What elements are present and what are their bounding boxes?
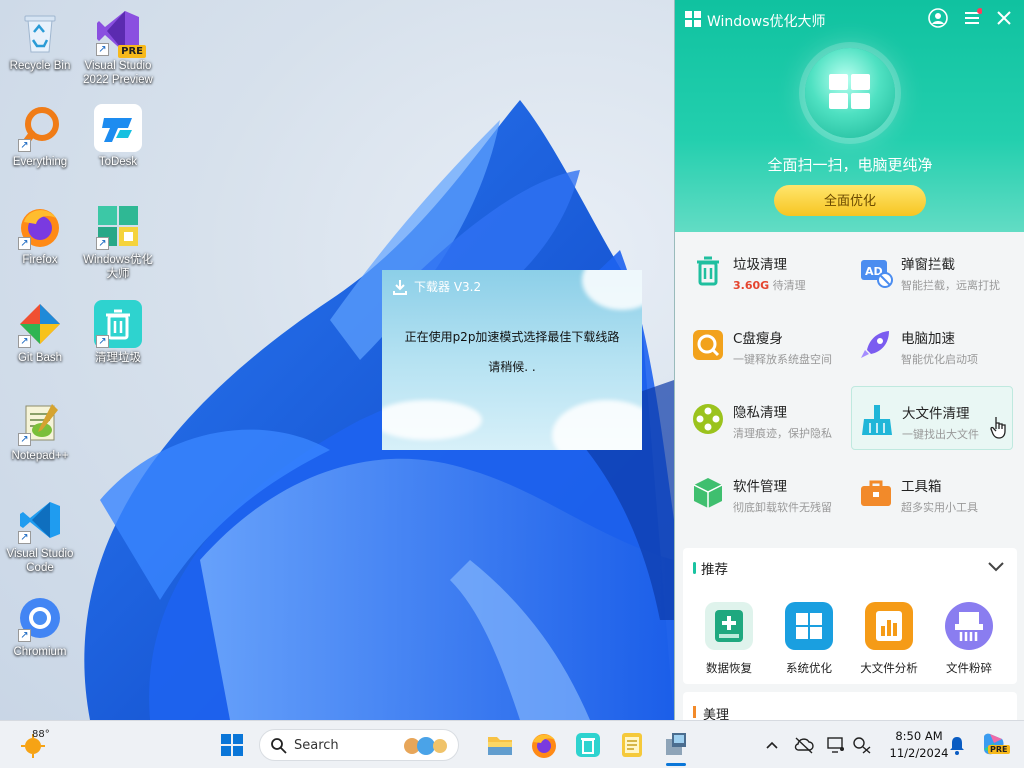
cloud-offline-icon[interactable] bbox=[794, 736, 814, 754]
notepad-icon bbox=[622, 733, 642, 757]
taskbar-firefox[interactable] bbox=[528, 729, 560, 761]
privacy-film-icon bbox=[691, 402, 725, 436]
tile-toolbox[interactable]: 工具箱 超多实用小工具 bbox=[851, 460, 1013, 524]
taskbar: 88° Search 8:50 AM 11/2/2024 PRE bbox=[0, 720, 1024, 768]
trash-cleaner-icon: ↗ bbox=[94, 300, 142, 348]
downloader-wait-text: 请稍候. . bbox=[488, 360, 536, 374]
scan-headline: 全面扫一扫，电脑更纯净 bbox=[767, 156, 933, 174]
clock-date[interactable]: 11/2/2024 bbox=[884, 746, 954, 760]
monitor-icon[interactable] bbox=[826, 736, 846, 754]
optimizer-header: Windows优化大师 全面扫一扫，电脑更纯净 全面优化 bbox=[675, 0, 1024, 232]
vscode-icon: ↗ bbox=[16, 496, 64, 544]
system-optimize-icon bbox=[785, 602, 833, 650]
toolbox-icon bbox=[859, 476, 893, 510]
search-highlight-icon bbox=[404, 737, 447, 755]
tile-software-manage[interactable]: 软件管理 彻底卸载软件无残留 bbox=[683, 460, 845, 524]
app-title: Windows优化大师 bbox=[707, 14, 826, 30]
everything-search-icon: ↗ bbox=[16, 104, 64, 152]
recommend-system-optimize[interactable]: 系统优化 bbox=[769, 602, 849, 676]
active-indicator bbox=[666, 763, 686, 766]
download-icon bbox=[393, 279, 407, 295]
chevron-down-icon[interactable] bbox=[987, 560, 1005, 574]
desktop-icon-chromium[interactable]: ↗ Chromium bbox=[0, 594, 80, 659]
todesk-icon bbox=[94, 104, 142, 152]
tile-junk-clean[interactable]: 垃圾清理 3.60G 待清理 bbox=[683, 238, 845, 302]
taskbar-file-explorer[interactable] bbox=[484, 729, 516, 761]
recommend-large-file-analysis[interactable]: 大文件分析 bbox=[849, 602, 929, 676]
windows-start-icon bbox=[221, 734, 243, 756]
desktop-icon-trash-cleaner[interactable]: ↗ 清理垃圾 bbox=[78, 300, 158, 365]
scan-orb[interactable] bbox=[805, 48, 895, 138]
taskbar-search[interactable]: Search bbox=[259, 729, 459, 761]
windows-optimizer-icon: ↗ bbox=[94, 202, 142, 250]
tile-c-drive-slim[interactable]: C盘瘦身 一键释放系统盘空间 bbox=[683, 312, 845, 376]
ad-block-icon: AD bbox=[859, 254, 893, 288]
desktop-icon-todesk[interactable]: ToDesk bbox=[78, 104, 158, 169]
user-account-icon[interactable] bbox=[927, 8, 949, 30]
notepad-plus-plus-icon: ↗ bbox=[16, 398, 64, 446]
taskbar-notepad[interactable] bbox=[616, 729, 648, 761]
search-placeholder: Search bbox=[294, 738, 339, 753]
file-shredder-icon bbox=[945, 602, 993, 650]
desktop-icon-git-bash[interactable]: ↗ Git Bash bbox=[0, 300, 80, 365]
network-audio-icon[interactable] bbox=[852, 736, 872, 754]
recommend-data-recovery[interactable]: 数据恢复 bbox=[689, 602, 769, 676]
search-icon bbox=[271, 738, 287, 754]
desktop-icon-visual-studio-preview[interactable]: PRE ↗ Visual Studio 2022 Preview bbox=[78, 8, 158, 87]
broom-icon bbox=[860, 403, 894, 437]
downloader-title: 下载器 V3.2 bbox=[414, 280, 482, 294]
pre-badge: PRE bbox=[118, 45, 146, 58]
chevron-up-icon[interactable] bbox=[764, 737, 780, 753]
disk-slim-icon bbox=[691, 328, 725, 362]
tile-pc-speedup[interactable]: 电脑加速 智能优化启动项 bbox=[851, 312, 1013, 376]
full-optimize-button[interactable]: 全面优化 bbox=[774, 185, 926, 216]
recommend-file-shredder[interactable]: 文件粉碎 bbox=[929, 602, 1009, 676]
tile-privacy-clean[interactable]: 隐私清理 清理痕迹，保护隐私 bbox=[683, 386, 845, 450]
recommend-panel: 推荐 数据恢复 系统优化 大文件分析 文件粉碎 bbox=[683, 548, 1017, 684]
desktop-icon-vscode[interactable]: ↗ Visual Studio Code bbox=[0, 496, 80, 575]
file-analysis-icon bbox=[865, 602, 913, 650]
downloader-dialog[interactable]: 下载器 V3.2 正在使用p2p加速模式选择最佳下载线路 请稍候. . bbox=[382, 270, 642, 450]
tile-popup-block[interactable]: AD 弹窗拦截 智能拦截，远离打扰 bbox=[851, 238, 1013, 302]
chromium-icon: ↗ bbox=[16, 594, 64, 642]
clock-time[interactable]: 8:50 AM bbox=[884, 729, 954, 743]
taskbar-downloader[interactable] bbox=[660, 729, 692, 766]
visual-studio-preview-icon: PRE ↗ bbox=[94, 8, 146, 58]
menu-icon[interactable] bbox=[961, 8, 983, 30]
weather-temperature: 88° bbox=[32, 729, 50, 740]
downloader-app-icon bbox=[666, 733, 686, 755]
rocket-icon bbox=[859, 328, 893, 362]
windows-logo-icon bbox=[829, 74, 870, 109]
firefox-icon: ↗ bbox=[16, 202, 64, 250]
hand-cursor-icon bbox=[990, 417, 1006, 439]
close-icon[interactable] bbox=[993, 8, 1015, 30]
desktop-icon-everything[interactable]: ↗ Everything bbox=[0, 104, 80, 169]
start-button[interactable] bbox=[216, 729, 248, 761]
manage-title: 美理 bbox=[703, 708, 730, 720]
data-recovery-icon bbox=[705, 602, 753, 650]
firefox-icon bbox=[532, 734, 556, 758]
desktop-icon-notepad-plus-plus[interactable]: ↗ Notepad++ bbox=[0, 398, 80, 463]
desktop-icon-firefox[interactable]: ↗ Firefox bbox=[0, 202, 80, 267]
recycle-bin-icon bbox=[16, 8, 64, 56]
tile-large-file-clean[interactable]: 大文件清理 一键找出大文件 bbox=[851, 386, 1013, 450]
app-logo-icon bbox=[685, 11, 701, 27]
copilot-pre-badge: PRE bbox=[988, 745, 1010, 754]
desktop-icon-windows-optimizer[interactable]: ↗ Windows优化大师 bbox=[78, 202, 158, 281]
folder-icon bbox=[488, 737, 512, 755]
notification-bell-icon[interactable] bbox=[948, 735, 966, 755]
optimizer-window: Windows优化大师 全面扫一扫，电脑更纯净 全面优化 垃圾清理 3.60G … bbox=[674, 0, 1024, 720]
desktop-icon-recycle-bin[interactable]: Recycle Bin bbox=[0, 8, 80, 73]
trash-cleaner-icon bbox=[576, 733, 600, 757]
weather-widget[interactable]: 88° bbox=[18, 729, 78, 761]
recommend-title: 推荐 bbox=[701, 562, 728, 578]
manage-panel: 美理 bbox=[683, 692, 1017, 720]
downloader-message: 正在使用p2p加速模式选择最佳下载线路 bbox=[404, 330, 620, 344]
taskbar-trash-cleaner[interactable] bbox=[572, 729, 604, 761]
trash-can-icon bbox=[691, 254, 725, 288]
package-cube-icon bbox=[691, 476, 725, 510]
copilot-button[interactable]: PRE bbox=[980, 731, 1010, 757]
git-bash-icon: ↗ bbox=[16, 300, 64, 348]
